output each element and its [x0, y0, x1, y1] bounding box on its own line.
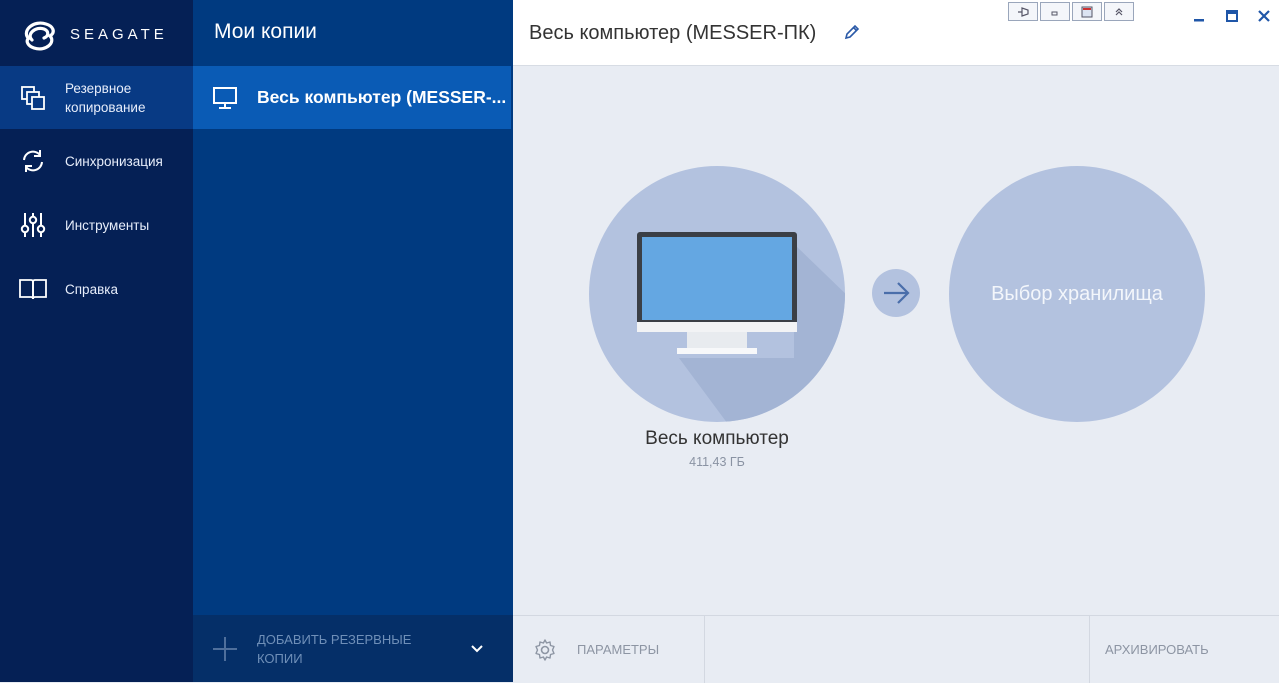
nav-item-label: Инструменты: [65, 217, 150, 233]
archive-button[interactable]: АРХИВИРОВАТЬ: [1089, 616, 1279, 683]
bottom-action-bar: ПАРАМЕТРЫ АРХИВИРОВАТЬ: [513, 615, 1279, 683]
backup-item-whole-computer[interactable]: Весь компьютер (MESSER-...: [193, 66, 511, 129]
computer-monitor-icon: [637, 232, 845, 422]
maximize-icon[interactable]: [1224, 8, 1240, 24]
collapse-up-icon[interactable]: [1104, 2, 1134, 21]
pin-icon[interactable]: [1008, 2, 1038, 21]
main-content: Весь компьютер (MESSER-ПК) Весь компьюте…: [513, 0, 1279, 683]
page-title: Весь компьютер (MESSER-ПК): [529, 22, 817, 44]
seagate-logo: SEAGATE: [20, 16, 190, 56]
nav-item-tools[interactable]: Инструменты: [0, 206, 193, 244]
arrow-right-icon: [872, 269, 920, 317]
backup-list-panel: Мои копии Весь компьютер (MESSER-... ДОБ…: [193, 0, 513, 682]
seagate-swirl-icon: [24, 21, 55, 51]
archive-label: АРХИВИРОВАТЬ: [1105, 642, 1209, 657]
backup-icon: [18, 83, 48, 113]
brand-name: SEAGATE: [70, 26, 168, 43]
chevron-down-icon[interactable]: [469, 641, 485, 657]
select-destination-button[interactable]: Выбор хранилища: [949, 166, 1205, 422]
nav-item-sync[interactable]: Синхронизация: [0, 142, 193, 180]
source-circle[interactable]: [589, 166, 845, 422]
parameters-button[interactable]: ПАРАМЕТРЫ: [513, 616, 705, 683]
destination-label: Выбор хранилища: [991, 283, 1163, 305]
close-icon[interactable]: [1256, 8, 1272, 24]
backup-list-title: Мои копии: [214, 20, 317, 43]
minimize-icon[interactable]: [1191, 8, 1207, 24]
backup-item-label: Весь компьютер (MESSER-...: [257, 87, 507, 107]
left-navigation: SEAGATE Резервное копирование Синхрониза…: [0, 0, 193, 682]
window-tool-buttons: [1008, 2, 1136, 21]
restore-small-icon[interactable]: [1040, 2, 1070, 21]
nav-item-help[interactable]: Справка: [0, 270, 193, 308]
gear-icon: [533, 638, 557, 662]
sync-icon: [18, 146, 48, 176]
nav-item-label: Синхронизация: [65, 153, 163, 169]
source-size: 411,43 ГБ: [689, 455, 745, 469]
book-icon: [18, 274, 48, 304]
header-bar: Весь компьютер (MESSER-ПК): [513, 0, 1279, 66]
plus-icon: [211, 635, 239, 663]
source-label: Весь компьютер: [645, 428, 789, 449]
edit-pencil-icon[interactable]: [843, 23, 861, 41]
nav-item-label: Справка: [65, 281, 118, 297]
tools-icon: [18, 210, 48, 240]
parameters-label: ПАРАМЕТРЫ: [577, 642, 660, 657]
window-layout-icon[interactable]: [1072, 2, 1102, 21]
monitor-icon: [212, 85, 238, 111]
nav-item-label: Резервное копирование: [65, 80, 146, 115]
add-backup-button[interactable]: ДОБАВИТЬ РЕЗЕРВНЫЕ КОПИИ: [193, 615, 513, 682]
add-backup-label: ДОБАВИТЬ РЕЗЕРВНЫЕ КОПИИ: [257, 631, 412, 666]
nav-item-backup[interactable]: Резервное копирование: [0, 66, 193, 129]
